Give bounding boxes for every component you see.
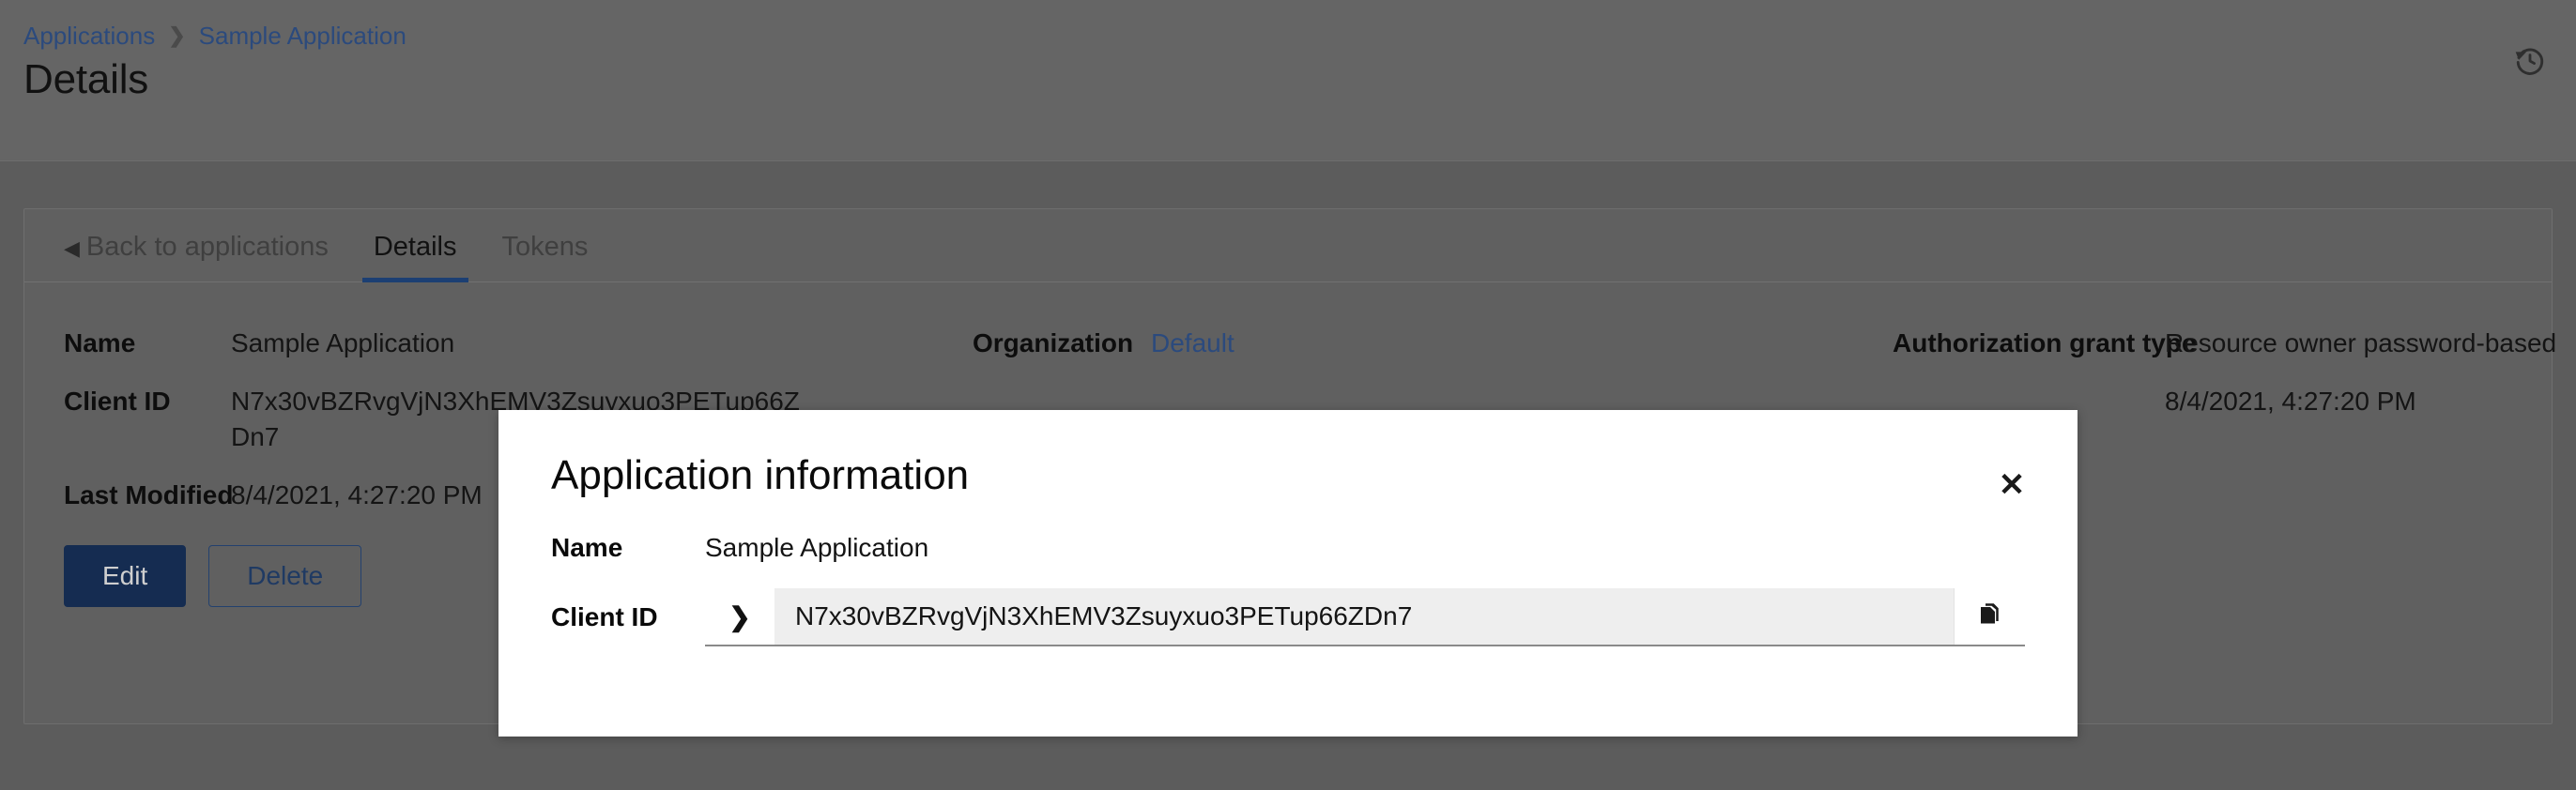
tab-tokens-label: Tokens: [502, 231, 589, 263]
breadcrumb-sample-application[interactable]: Sample Application: [199, 21, 406, 51]
label-grant-type: Authorization grant type: [1893, 314, 2165, 372]
label-name: Name: [64, 314, 231, 372]
value-organization[interactable]: Default: [1151, 314, 1893, 372]
dialog-header: Application information ✕: [498, 410, 2078, 500]
value-name: Sample Application: [231, 314, 973, 372]
dialog-value-name: Sample Application: [705, 531, 928, 565]
history-icon[interactable]: [2510, 41, 2550, 81]
label-organization: Organization: [973, 314, 1151, 372]
value-created: 8/4/2021, 4:27:20 PM: [2165, 372, 2556, 466]
chevron-left-icon: ◀: [64, 235, 80, 263]
tab-bar: ◀ Back to applications Details Tokens: [24, 209, 2552, 282]
dialog-row-name: Name Sample Application: [551, 521, 2025, 575]
tab-tokens[interactable]: Tokens: [480, 231, 611, 281]
tab-back-to-applications[interactable]: ◀ Back to applications: [64, 231, 351, 281]
dialog-title: Application information: [551, 451, 2025, 500]
edit-button[interactable]: Edit: [64, 545, 186, 607]
client-id-input[interactable]: N7x30vBZRvgVjN3XhEMV3Zsuyxuo3PETup66ZDn7: [774, 588, 1954, 645]
close-icon[interactable]: ✕: [1991, 464, 2032, 506]
dialog-body: Name Sample Application Client ID ❯ N7x3…: [498, 500, 2078, 646]
label-last-modified: Last Modified: [64, 466, 231, 524]
breadcrumb-separator-icon: ❯: [168, 25, 185, 46]
delete-button[interactable]: Delete: [208, 545, 361, 607]
value-grant-type: Resource owner password-based: [2165, 314, 2556, 372]
breadcrumb-applications[interactable]: Applications: [23, 21, 155, 51]
client-id-input-group: ❯ N7x30vBZRvgVjN3XhEMV3Zsuyxuo3PETup66ZD…: [705, 588, 2025, 646]
label-client-id: Client ID: [64, 372, 231, 466]
tab-back-label: Back to applications: [86, 231, 329, 263]
dialog-label-client-id: Client ID: [551, 600, 705, 634]
page-title: Details: [23, 54, 148, 105]
page-header: Applications ❯ Sample Application Detail…: [0, 0, 2576, 161]
chevron-right-icon[interactable]: ❯: [705, 588, 774, 645]
dialog-row-client-id: Client ID ❯ N7x30vBZRvgVjN3XhEMV3Zsuyxuo…: [551, 588, 2025, 646]
breadcrumb: Applications ❯ Sample Application: [23, 21, 406, 51]
tab-details[interactable]: Details: [351, 231, 480, 281]
copy-icon[interactable]: [1954, 588, 2025, 645]
application-information-dialog: Application information ✕ Name Sample Ap…: [498, 410, 2078, 737]
tab-details-label: Details: [374, 231, 457, 263]
spacer-3d: [2165, 466, 2556, 524]
dialog-label-name: Name: [551, 531, 705, 565]
